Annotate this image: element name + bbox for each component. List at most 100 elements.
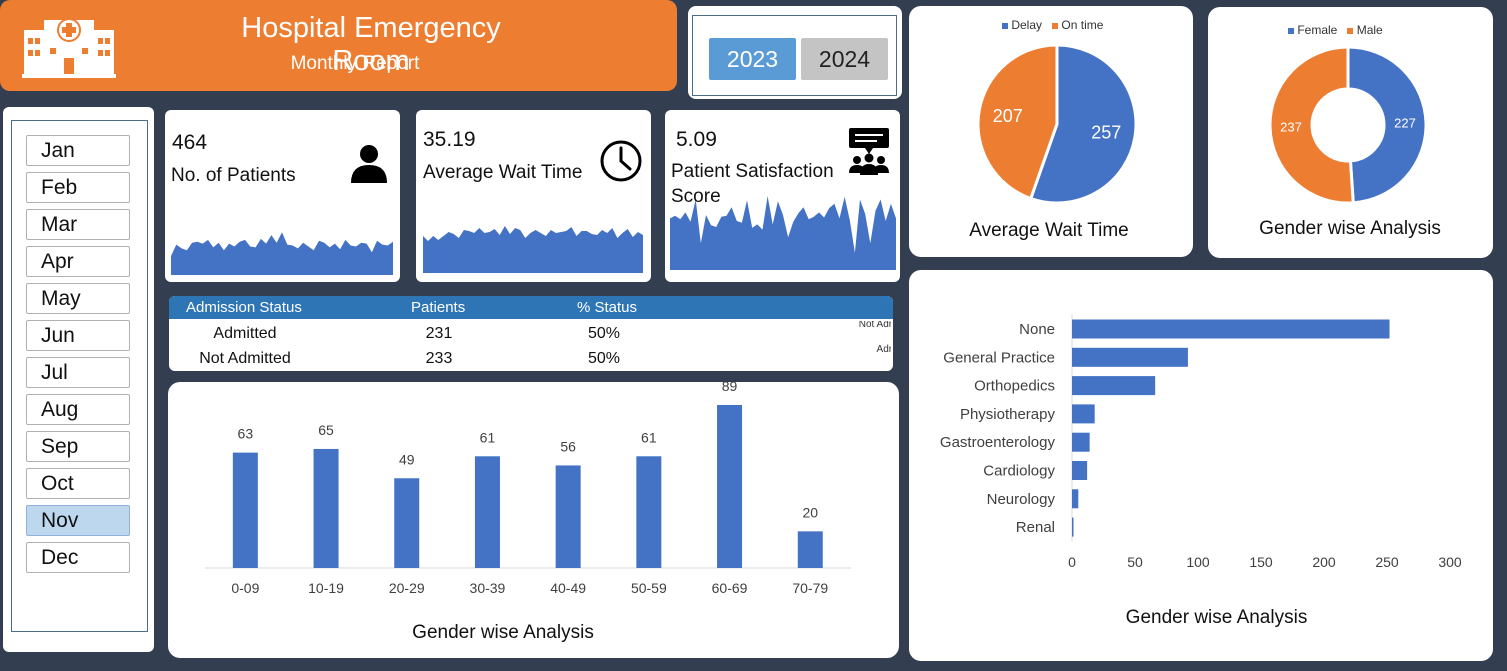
kpi-wait-time-label: Average Wait Time: [423, 162, 583, 183]
department-x-tick-label: 150: [1249, 554, 1273, 570]
age-bar: [717, 405, 743, 568]
admission-row-patients: 231: [425, 325, 453, 342]
kpi-satisfaction-value: 5.09: [676, 128, 717, 151]
age-bar-chart-card: 63 0-09 65 10-19 49 20-29 61 30-39 56 40-49 61 50-5…: [168, 382, 899, 658]
month-button-jul[interactable]: Jul: [26, 357, 130, 388]
department-y-tick-label: Gastroenterology: [940, 434, 1056, 451]
admission-table: Admission Status Patients % Status Admit…: [169, 296, 893, 371]
age-bar-data-label: 61: [480, 429, 496, 445]
age-bar-data-label: 89: [722, 382, 738, 394]
admission-row-pct: 50%: [587, 325, 621, 342]
age-bar-data-label: 61: [641, 429, 657, 445]
admission-mini-category-label: Admitted: [877, 344, 891, 355]
wait-time-pie-card: Delay On time 257 207 Average Wait Time: [909, 6, 1193, 257]
age-bar-data-label: 63: [238, 426, 254, 442]
department-x-tick-label: 200: [1312, 554, 1336, 570]
age-bar: [636, 456, 662, 568]
age-bar-data-label: 49: [399, 451, 415, 467]
month-button-mar[interactable]: Mar: [26, 209, 130, 240]
admission-header-patients: Patients: [411, 299, 466, 316]
admission-mini-bar-chart: Not Admitted50.22%Admitted49.78%: [859, 321, 891, 355]
report-subtitle: Monthly Report: [290, 53, 420, 74]
gender-donut: 227 237: [1268, 45, 1428, 205]
admission-row-patients: 233: [425, 350, 453, 367]
kpi-patients-label: No. of Patients: [171, 165, 296, 186]
admission-header-pct: % Status: [577, 299, 638, 316]
department-x-tick-label: 100: [1186, 554, 1210, 570]
wait-time-sparkline: [423, 226, 643, 273]
admission-row-status: Not Admitted: [199, 350, 291, 367]
month-button-dec[interactable]: Dec: [26, 542, 130, 573]
gender-donut-data-label: 227: [1394, 116, 1416, 131]
wait-time-pie-title: Average Wait Time: [969, 220, 1129, 241]
department-bar: [1072, 347, 1188, 367]
department-bar-chart: None General Practice Orthopedics Physiothe…: [940, 314, 1462, 570]
month-button-nov[interactable]: Nov: [26, 505, 130, 536]
kpi-card-patients: 464 No. of Patients: [165, 110, 400, 282]
kpi-patients-value: 464: [172, 131, 208, 154]
department-bar: [1072, 489, 1079, 509]
age-bar: [232, 452, 258, 568]
age-bar: [313, 448, 339, 568]
department-x-tick-label: 300: [1438, 554, 1462, 570]
gender-donut-card: Female Male 227 237 Gender wise Analysis: [1208, 7, 1493, 258]
year-button-2024[interactable]: 2024: [801, 38, 888, 80]
gender-donut-title: Gender wise Analysis: [1259, 218, 1441, 239]
kpi-card-wait-time: 35.19 Average Wait Time: [416, 110, 651, 282]
patients-sparkline: [171, 232, 393, 275]
age-bar-data-label: 20: [802, 504, 818, 520]
age-x-tick-label: 10-19: [308, 580, 344, 596]
age-x-tick-label: 70-79: [792, 580, 828, 596]
department-chart-title: Gender wise Analysis: [1125, 607, 1308, 628]
department-bar: [1072, 517, 1074, 537]
age-bar-chart: 63 0-09 65 10-19 49 20-29 61 30-39 56 40-49 61 50-5…: [205, 382, 851, 596]
year-slicer-frame: 2023 2024: [692, 15, 897, 96]
month-button-jan[interactable]: Jan: [26, 135, 130, 166]
department-bar-chart-card: None General Practice Orthopedics Physiothe…: [909, 270, 1493, 661]
department-y-tick-label: Neurology: [987, 491, 1056, 508]
admission-row-pct: 50%: [587, 350, 621, 367]
admission-row-status: Admitted: [213, 325, 277, 342]
department-bar: [1072, 461, 1088, 480]
wait-time-pie-data-label: 207: [993, 106, 1023, 126]
month-button-aug[interactable]: Aug: [26, 394, 130, 425]
month-button-feb[interactable]: Feb: [26, 172, 130, 203]
age-bar-data-label: 65: [318, 422, 334, 438]
admission-mini-category-label: Not Admitted: [859, 321, 891, 330]
department-bar: [1072, 404, 1095, 424]
year-slicer: 2023 2024: [688, 6, 902, 99]
kpi-wait-time-value: 35.19: [423, 128, 476, 151]
department-x-tick-label: 250: [1375, 554, 1399, 570]
department-y-tick-label: Orthopedics: [974, 378, 1055, 395]
wait-time-pie-data-label: 257: [1091, 123, 1121, 143]
department-y-tick-label: General Practice: [943, 349, 1055, 366]
month-button-apr[interactable]: Apr: [26, 246, 130, 277]
department-y-tick-label: Cardiology: [983, 463, 1055, 480]
gender-donut-data-label: 237: [1280, 119, 1302, 134]
month-button-jun[interactable]: Jun: [26, 320, 130, 351]
age-x-tick-label: 0-09: [231, 580, 259, 596]
age-x-tick-label: 20-29: [389, 580, 425, 596]
month-button-may[interactable]: May: [26, 283, 130, 314]
age-bar: [474, 456, 500, 568]
age-x-tick-label: 40-49: [550, 580, 586, 596]
age-bar: [797, 531, 823, 568]
age-bar-data-label: 56: [560, 438, 576, 454]
wait-time-pie: 257 207: [976, 43, 1138, 205]
department-x-tick-label: 0: [1068, 554, 1076, 570]
age-bar: [394, 478, 420, 568]
age-x-tick-label: 50-59: [631, 580, 667, 596]
age-chart-title: Gender wise Analysis: [412, 622, 594, 643]
kpi-card-satisfaction: 5.09 Patient Satisfaction Score: [665, 110, 900, 282]
year-button-2023[interactable]: 2023: [709, 38, 796, 80]
kpi-satisfaction-label: Patient Satisfaction Score: [671, 161, 834, 207]
group-feedback-icon: [849, 128, 889, 175]
month-slicer: Jan Feb Mar Apr May Jun Jul Aug Sep Oct …: [3, 107, 154, 652]
month-button-sep[interactable]: Sep: [26, 431, 130, 462]
age-bar: [555, 465, 581, 568]
wait-time-sparkline-area: [423, 226, 643, 273]
hospital-icon: [22, 18, 116, 78]
department-y-tick-label: Renal: [1016, 519, 1055, 536]
month-button-oct[interactable]: Oct: [26, 468, 130, 499]
admission-table-header: Admission Status Patients % Status: [169, 296, 893, 319]
